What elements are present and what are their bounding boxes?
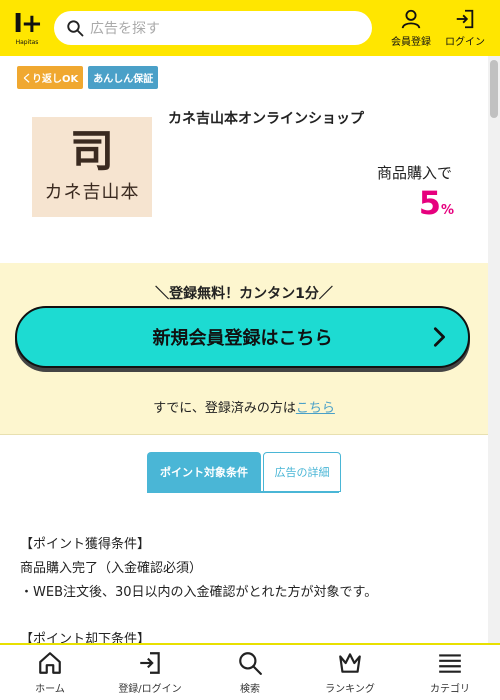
already-registered-label: すでに、登録済みの方は: [153, 401, 296, 416]
nav-category-label: カテゴリ: [430, 684, 470, 695]
user-icon: [401, 9, 421, 29]
nav-ranking-label: ランキング: [325, 684, 375, 695]
nav-login-label: 登録/ログイン: [118, 684, 182, 695]
nav-login[interactable]: 登録/ログイン: [100, 645, 200, 700]
login-link[interactable]: こちら: [296, 401, 335, 416]
crown-icon: [339, 653, 361, 673]
guarantee-badge: あんしん保証: [88, 66, 159, 89]
condition-line-1: 商品購入完了（入金確認必須）: [20, 561, 203, 576]
nav-category[interactable]: カテゴリ: [400, 645, 500, 700]
nav-search[interactable]: 検索: [200, 645, 300, 700]
nav-home-label: ホーム: [35, 684, 65, 695]
login-button[interactable]: ログイン: [440, 4, 490, 52]
login-icon: [140, 652, 160, 674]
hapitas-logo[interactable]: I+ Hapitas: [10, 8, 44, 48]
conditions-text: 【ポイント獲得条件】 商品購入完了（入金確認必須） ・WEB注文後、30日以内の…: [20, 533, 377, 652]
logo-mark: I+: [13, 8, 43, 39]
condition-heading-earn: 【ポイント獲得条件】: [20, 537, 151, 552]
shop-logo: 司 カネ吉山本: [32, 117, 152, 217]
scrollbar[interactable]: [488, 56, 500, 644]
tabs: ポイント対象条件 広告の詳細: [147, 452, 341, 492]
search-icon: [67, 20, 84, 37]
shop-name: カネ吉山本オンラインショップ: [168, 111, 364, 127]
condition-line-2: ・WEB注文後、30日以内の入金確認がとれた方が対象です。: [20, 585, 378, 600]
page: I+ Hapitas 広告を探す 会員登録 ログイン くり返しOK あんしん保証…: [0, 0, 500, 700]
scroll-thumb[interactable]: [490, 60, 498, 118]
registration-section: ＼登録無料！カンタン1分／ 新規会員登録はこちら すでに、登録済みの方はこちら: [0, 263, 488, 435]
tab-ad-details[interactable]: 広告の詳細: [263, 452, 341, 492]
reward-value: 5%: [419, 184, 454, 222]
search-icon: [239, 652, 262, 675]
list-icon: [439, 654, 461, 673]
nav-search-label: 検索: [240, 684, 260, 695]
logo-text: Hapitas: [15, 38, 39, 46]
tab-underline: [147, 491, 339, 493]
search-placeholder: 広告を探す: [90, 21, 160, 37]
nav-ranking[interactable]: ランキング: [300, 645, 400, 700]
reward-number: 5: [418, 184, 441, 222]
member-register-button[interactable]: 会員登録: [386, 4, 436, 52]
already-registered-text: すでに、登録済みの方はこちら: [0, 397, 488, 416]
search-input[interactable]: 広告を探す: [54, 11, 372, 45]
register-button[interactable]: 新規会員登録はこちら: [15, 306, 470, 368]
login-icon: [456, 9, 474, 29]
login-label: ログイン: [445, 37, 485, 48]
register-button-label: 新規会員登録はこちら: [152, 328, 333, 349]
member-register-label: 会員登録: [391, 37, 431, 48]
reward-unit: %: [440, 203, 454, 218]
shop-logo-mark: 司: [70, 126, 114, 177]
shop-logo-script: カネ吉山本: [44, 182, 140, 203]
home-icon: [39, 652, 61, 674]
bottom-nav: ホーム 登録/ログイン 検索 ランキング カテゴリ: [0, 643, 500, 700]
reward-label: 商品購入で: [376, 164, 452, 182]
badges: くり返しOK あんしん保証: [17, 66, 159, 89]
chevron-right-icon: [433, 327, 445, 347]
nav-home[interactable]: ホーム: [0, 645, 100, 700]
repeat-ok-badge: くり返しOK: [17, 66, 84, 89]
registration-catch: ＼登録無料！カンタン1分／: [155, 286, 333, 302]
header: I+ Hapitas 広告を探す 会員登録 ログイン: [0, 0, 500, 56]
tab-point-conditions[interactable]: ポイント対象条件: [147, 452, 261, 492]
